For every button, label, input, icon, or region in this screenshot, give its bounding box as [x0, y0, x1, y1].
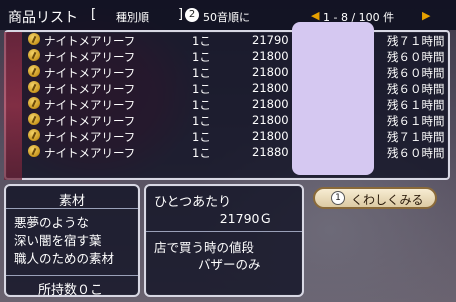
- leaf-item-icon: [28, 145, 40, 157]
- material-desc-line: 職人のための素材: [14, 251, 115, 266]
- list-item[interactable]: ナイトメアリーフ1こ21880G残６０時間: [6, 145, 452, 160]
- material-panel: 素材 悪夢のような 深い闇を宿す葉 職人のための素材 所持数０こ: [4, 184, 140, 298]
- leaf-item-icon: [28, 113, 40, 125]
- time-remaining: 残６１時間: [387, 114, 445, 128]
- item-name: ナイトメアリーフ: [44, 82, 136, 96]
- material-title: 素材: [58, 194, 85, 209]
- item-name: ナイトメアリーフ: [44, 130, 136, 144]
- item-price: 21800: [252, 81, 289, 95]
- item-quantity: 1こ: [192, 34, 211, 48]
- list-item[interactable]: ナイトメアリーフ1こ21800G残６０時間: [6, 65, 452, 80]
- item-quantity: 1こ: [192, 130, 211, 144]
- list-item[interactable]: ナイトメアリーフ1こ21800G残６０時間: [6, 81, 452, 96]
- shop-price-value: バザーのみ: [198, 257, 261, 272]
- item-list: ナイトメアリーフ1こ21790G残７１時間ナイトメアリーフ1こ21800G残６０…: [4, 30, 450, 180]
- divider: [6, 275, 138, 276]
- current-sort-label: 種別順: [116, 11, 149, 24]
- item-quantity: 1こ: [192, 114, 211, 128]
- page-left-arrow-icon[interactable]: ◀: [311, 9, 319, 22]
- details-button[interactable]: 1 くわしくみる: [313, 187, 437, 209]
- item-price: 21800: [252, 49, 289, 63]
- item-quantity: 1こ: [192, 50, 211, 64]
- item-name: ナイトメアリーフ: [44, 98, 136, 112]
- page-right-arrow-icon[interactable]: ▶: [422, 9, 430, 22]
- item-price: 21800: [252, 97, 289, 111]
- time-remaining: 残６０時間: [387, 82, 445, 96]
- leaf-item-icon: [28, 65, 40, 77]
- bracket-close: ]: [178, 7, 184, 22]
- item-price: 21790: [252, 33, 289, 47]
- leaf-item-icon: [28, 33, 40, 45]
- leaf-item-icon: [28, 97, 40, 109]
- item-name: ナイトメアリーフ: [44, 34, 136, 48]
- item-quantity: 1こ: [192, 146, 211, 160]
- sort-toggle-button[interactable]: 50音順に: [203, 9, 250, 25]
- price-panel: ひとつあたり 21790Ｇ 店で買う時の値段 バザーのみ: [144, 184, 304, 297]
- item-price: 21800: [252, 65, 289, 79]
- item-name: ナイトメアリーフ: [44, 146, 136, 160]
- header-bar: 商品リスト [ 種別順 ] 2 50音順に ◀ 1 - 8 / 100 件 ▶: [0, 0, 456, 30]
- list-item[interactable]: ナイトメアリーフ1こ21800G残６１時間: [6, 113, 452, 128]
- list-item[interactable]: ナイトメアリーフ1こ21800G残６０時間: [6, 49, 452, 64]
- leaf-item-icon: [28, 81, 40, 93]
- leaf-item-icon: [28, 129, 40, 141]
- item-price: 21800: [252, 129, 289, 143]
- leaf-item-icon: [28, 49, 40, 61]
- details-button-label: くわしくみる: [351, 193, 424, 207]
- list-title: 商品リスト: [8, 10, 78, 26]
- item-quantity: 1こ: [192, 66, 211, 80]
- item-name: ナイトメアリーフ: [44, 114, 136, 128]
- privacy-mask: [292, 22, 374, 175]
- list-item[interactable]: ナイトメアリーフ1こ21800G残６１時間: [6, 97, 452, 112]
- button-2-icon[interactable]: 2: [185, 8, 199, 22]
- time-remaining: 残６０時間: [387, 50, 445, 64]
- material-desc-line: 深い闇を宿す葉: [14, 233, 102, 248]
- time-remaining: 残６０時間: [387, 66, 445, 80]
- item-price: 21800: [252, 113, 289, 127]
- item-name: ナイトメアリーフ: [44, 66, 136, 80]
- owned-count: 所持数０こ: [38, 283, 104, 298]
- item-quantity: 1こ: [192, 82, 211, 96]
- material-desc-line: 悪夢のような: [14, 215, 90, 230]
- bracket-open: [: [91, 7, 97, 22]
- time-remaining: 残７１時間: [387, 34, 445, 48]
- list-item[interactable]: ナイトメアリーフ1こ21790G残７１時間: [6, 33, 452, 48]
- list-item[interactable]: ナイトメアリーフ1こ21800G残７１時間: [6, 129, 452, 144]
- background-character: [4, 32, 22, 180]
- item-quantity: 1こ: [192, 98, 211, 112]
- item-name: ナイトメアリーフ: [44, 50, 136, 64]
- time-remaining: 残６１時間: [387, 98, 445, 112]
- time-remaining: 残７１時間: [387, 130, 445, 144]
- time-remaining: 残６０時間: [387, 146, 445, 160]
- divider: [146, 231, 302, 232]
- unit-price-value: 21790Ｇ: [219, 211, 272, 226]
- divider: [6, 208, 138, 209]
- item-price: 21880: [252, 145, 289, 159]
- button-1-icon: 1: [331, 191, 345, 205]
